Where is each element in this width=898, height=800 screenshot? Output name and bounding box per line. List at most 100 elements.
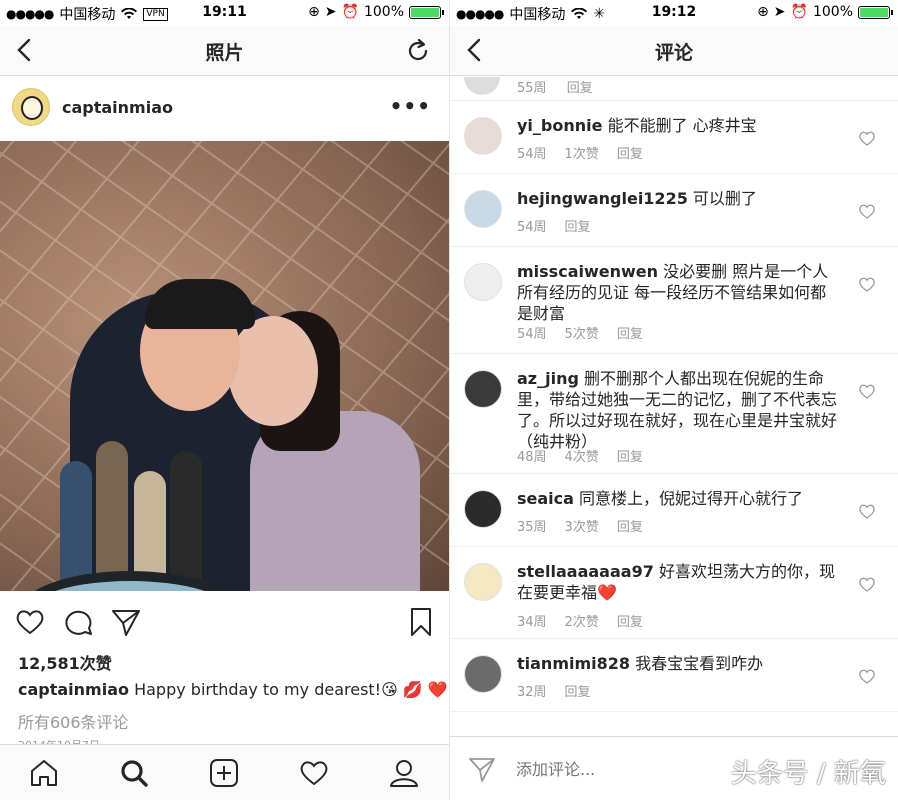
like-heart-icon[interactable] (858, 202, 876, 220)
like-heart-icon[interactable] (858, 575, 876, 593)
post-photo[interactable] (0, 141, 449, 591)
like-heart-icon[interactable] (858, 275, 876, 293)
reply-link[interactable]: 回复 (565, 220, 591, 235)
comment-age: 34周 (517, 615, 547, 630)
avatar[interactable] (464, 563, 502, 601)
comment-username[interactable]: az_jing (517, 369, 579, 388)
avatar[interactable] (464, 117, 502, 155)
like-heart-icon[interactable] (858, 129, 876, 147)
nav-bar: 评论 (450, 26, 898, 76)
avatar[interactable] (464, 655, 502, 693)
battery-icon (858, 5, 893, 19)
comment-text: 可以删了 (692, 189, 757, 208)
like-heart-icon[interactable] (858, 667, 876, 685)
comment-likes[interactable]: 5次赞 (565, 327, 599, 342)
comment-likes[interactable]: 1次赞 (565, 147, 599, 162)
reply-link[interactable]: 回复 (567, 81, 593, 96)
refresh-icon[interactable] (405, 38, 431, 64)
reply-link[interactable]: 回复 (617, 450, 643, 465)
caption-username[interactable]: captainmiao (18, 680, 129, 699)
comment-username[interactable]: stellaaaaaaa97 (517, 562, 654, 581)
comment-meta: 48周 4次赞 回复 (517, 446, 661, 465)
comment-username[interactable]: seaica (517, 489, 574, 508)
location-icon: ➤ (773, 4, 786, 20)
reply-link[interactable]: 回复 (617, 615, 643, 630)
post-username[interactable]: captainmiao (62, 98, 173, 117)
comment-age: 48周 (517, 450, 547, 465)
alarm-icon: ⏰ (790, 4, 808, 20)
like-heart-icon[interactable] (858, 502, 876, 520)
view-all-comments-link[interactable]: 所有606条评论 (18, 709, 129, 733)
comment-text: 能不能删了 心疼井宝 (607, 116, 757, 135)
comment-meta: 55周 回复 (517, 77, 609, 96)
comment-username[interactable]: hejingwanglei1225 (517, 189, 688, 208)
comment-input-bar: 头条号 / 新氧 (450, 736, 898, 800)
list-item: az_jing 删不删那个人都出现在倪妮的生命里，带给过她独一无二的记忆，删了不… (450, 354, 898, 474)
page-title: 评论 (654, 42, 693, 64)
comment-list[interactable]: 55周 回复 yi_bonnie 能不能删了 心疼井宝 54周 1次赞 回复 hej… (450, 77, 898, 736)
avatar[interactable] (464, 190, 502, 228)
send-icon[interactable] (468, 755, 496, 783)
rotation-lock-icon: ⊕ (757, 4, 769, 20)
comment-meta: 54周 回复 (517, 216, 609, 235)
status-bar: ●●●●● 中国移动 ✳ 19:12 ⊕ ➤ ⏰ 100% (450, 0, 898, 26)
home-icon[interactable] (28, 757, 60, 789)
comment-meta: 32周 回复 (517, 681, 609, 700)
reply-link[interactable]: 回复 (565, 685, 591, 700)
avatar[interactable] (12, 88, 50, 126)
comment-age: 35周 (517, 520, 547, 535)
search-icon[interactable] (118, 757, 150, 789)
avatar[interactable] (464, 370, 502, 408)
battery-percent: 100% (363, 4, 404, 20)
comment-age: 54周 (517, 147, 547, 162)
comment-username[interactable]: tianmimi828 (517, 654, 630, 673)
share-icon[interactable] (110, 606, 142, 638)
like-count[interactable]: 12,581次赞 (18, 650, 112, 674)
list-item: seaica 同意楼上，倪妮过得开心就行了 35周 3次赞 回复 (450, 474, 898, 547)
comment-text: 我春宝宝看到咋办 (635, 654, 764, 673)
location-icon: ➤ (324, 4, 337, 20)
comment-likes[interactable]: 4次赞 (565, 450, 599, 465)
reply-link[interactable]: 回复 (617, 327, 643, 342)
comment-body: tianmimi828 我春宝宝看到咋办 (517, 653, 842, 674)
avatar[interactable] (464, 263, 502, 301)
new-post-icon[interactable] (208, 757, 240, 789)
reply-link[interactable]: 回复 (617, 520, 643, 535)
comment-text: 同意楼上，倪妮过得开心就行了 (579, 489, 804, 508)
comment-body: yi_bonnie 能不能删了 心疼井宝 (517, 115, 842, 136)
comment-meta: 54周 1次赞 回复 (517, 143, 661, 162)
list-item: 55周 回复 (450, 77, 898, 101)
watermark: 头条号 / 新氧 (730, 759, 886, 789)
list-item: tianmimi828 我春宝宝看到咋办 32周 回复 (450, 639, 898, 712)
battery-percent: 100% (812, 4, 853, 20)
comment-icon[interactable] (63, 606, 95, 638)
avatar[interactable] (464, 490, 502, 528)
heart-icon[interactable] (14, 606, 46, 638)
list-item: yi_bonnie 能不能删了 心疼井宝 54周 1次赞 回复 (450, 101, 898, 174)
post-caption: captainmiao Happy birthday to my dearest… (18, 680, 448, 699)
activity-heart-icon[interactable] (298, 757, 330, 789)
comment-likes[interactable]: 3次赞 (565, 520, 599, 535)
comment-age: 54周 (517, 327, 547, 342)
post-header: captainmiao ••• (0, 88, 449, 132)
comment-username[interactable]: yi_bonnie (517, 116, 602, 135)
tab-bar (0, 744, 449, 800)
page-title: 照片 (205, 42, 244, 64)
comment-body: stellaaaaaaa97 好喜欢坦荡大方的你，现在要更幸福❤️ (517, 561, 842, 603)
reply-link[interactable]: 回复 (617, 147, 643, 162)
post-actions (0, 602, 449, 642)
comments-screen: ●●●●● 中国移动 ✳ 19:12 ⊕ ➤ ⏰ 100% 评论 55周 回复 (449, 0, 898, 800)
caption-text: Happy birthday to my dearest!😘 💋 ❤️ (134, 680, 448, 699)
profile-icon[interactable] (388, 757, 420, 789)
alarm-icon: ⏰ (341, 4, 359, 20)
comment-likes[interactable]: 2次赞 (565, 615, 599, 630)
comment-body: az_jing 删不删那个人都出现在倪妮的生命里，带给过她独一无二的记忆，删了不… (517, 368, 842, 452)
more-options-icon[interactable]: ••• (390, 94, 431, 118)
like-heart-icon[interactable] (858, 382, 876, 400)
comment-age: 32周 (517, 685, 547, 700)
nav-bar: 照片 (0, 26, 449, 76)
comment-username[interactable]: misscaiwenwen (517, 262, 658, 281)
bookmark-icon[interactable] (405, 606, 437, 638)
status-right: ⊕ ➤ ⏰ 100% (308, 4, 444, 20)
comment-meta: 54周 5次赞 回复 (517, 323, 661, 342)
